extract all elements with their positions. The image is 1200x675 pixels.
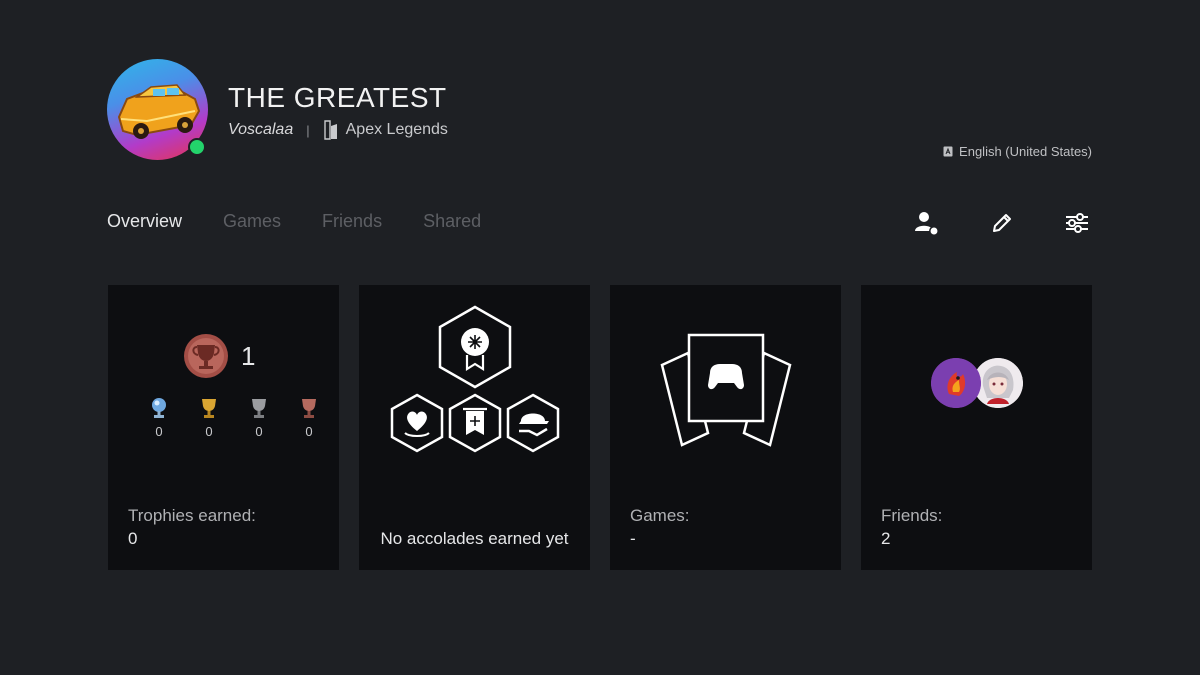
tab-overview[interactable]: Overview — [107, 211, 182, 232]
profile-subline: Voscalaa | Apex Legends — [228, 120, 448, 140]
language-label: English (United States) — [959, 144, 1092, 159]
friend-avatar — [931, 358, 981, 408]
tab-shared[interactable]: Shared — [423, 211, 481, 232]
tab-games[interactable]: Games — [223, 211, 281, 232]
silver-count: 0 — [255, 424, 263, 439]
edit-profile-button[interactable] — [987, 208, 1017, 238]
add-friend-icon — [915, 212, 939, 236]
current-game: Apex Legends — [345, 121, 448, 138]
language-indicator: English (United States) — [943, 144, 1092, 159]
friends-label: Friends: — [881, 506, 943, 525]
trophy-level: 1 — [183, 333, 255, 379]
trophies-label: Trophies earned: — [128, 506, 256, 525]
add-friend-button[interactable] — [912, 208, 942, 238]
silver-trophies: 0 — [234, 397, 284, 439]
bronze-count: 0 — [305, 424, 313, 439]
language-icon — [943, 146, 953, 157]
friends-value: 2 — [881, 529, 891, 548]
accolades-card[interactable]: No accolades earned yet — [359, 285, 590, 570]
trophy-level-icon — [184, 334, 228, 378]
friend-avatars — [931, 358, 1031, 410]
games-library-icon — [660, 333, 792, 447]
accolades-icon — [390, 305, 560, 453]
online-id: Voscalaa — [228, 121, 294, 138]
tab-friends[interactable]: Friends — [322, 211, 382, 232]
separator: | — [306, 122, 310, 138]
silver-trophy-icon — [252, 399, 266, 418]
pencil-icon — [993, 214, 1011, 232]
platinum-trophy-icon — [152, 398, 166, 418]
profile-name: THE GREATEST — [228, 82, 447, 113]
profile-options-button[interactable] — [1062, 208, 1092, 238]
ps5-console-icon — [323, 120, 337, 140]
online-status-dot — [188, 138, 206, 156]
platinum-trophies: 0 — [134, 397, 184, 439]
games-card[interactable]: Games: - — [610, 285, 841, 570]
bronze-trophies: 0 — [284, 397, 334, 439]
games-value: - — [630, 529, 636, 548]
friends-card[interactable]: Friends: 2 — [861, 285, 1092, 570]
profile-avatar[interactable] — [107, 59, 208, 160]
accolades-text: No accolades earned yet — [380, 529, 569, 548]
gold-trophy-icon — [202, 399, 216, 418]
trophies-card[interactable]: 1 0 0 0 0 Trophies earned: 0 — [108, 285, 339, 570]
settings-sliders-icon — [1066, 213, 1088, 233]
gold-trophies: 0 — [184, 397, 234, 439]
games-label: Games: — [630, 506, 690, 525]
bronze-trophy-icon — [302, 399, 316, 418]
gold-count: 0 — [205, 424, 213, 439]
profile-actions — [867, 208, 1092, 238]
platinum-count: 0 — [155, 424, 163, 439]
profile-tabs: Overview Games Friends Shared — [107, 211, 522, 232]
trophies-value: 0 — [128, 529, 138, 548]
trophy-counts: 0 0 0 0 — [134, 397, 334, 439]
trophy-level-value: 1 — [241, 340, 256, 371]
